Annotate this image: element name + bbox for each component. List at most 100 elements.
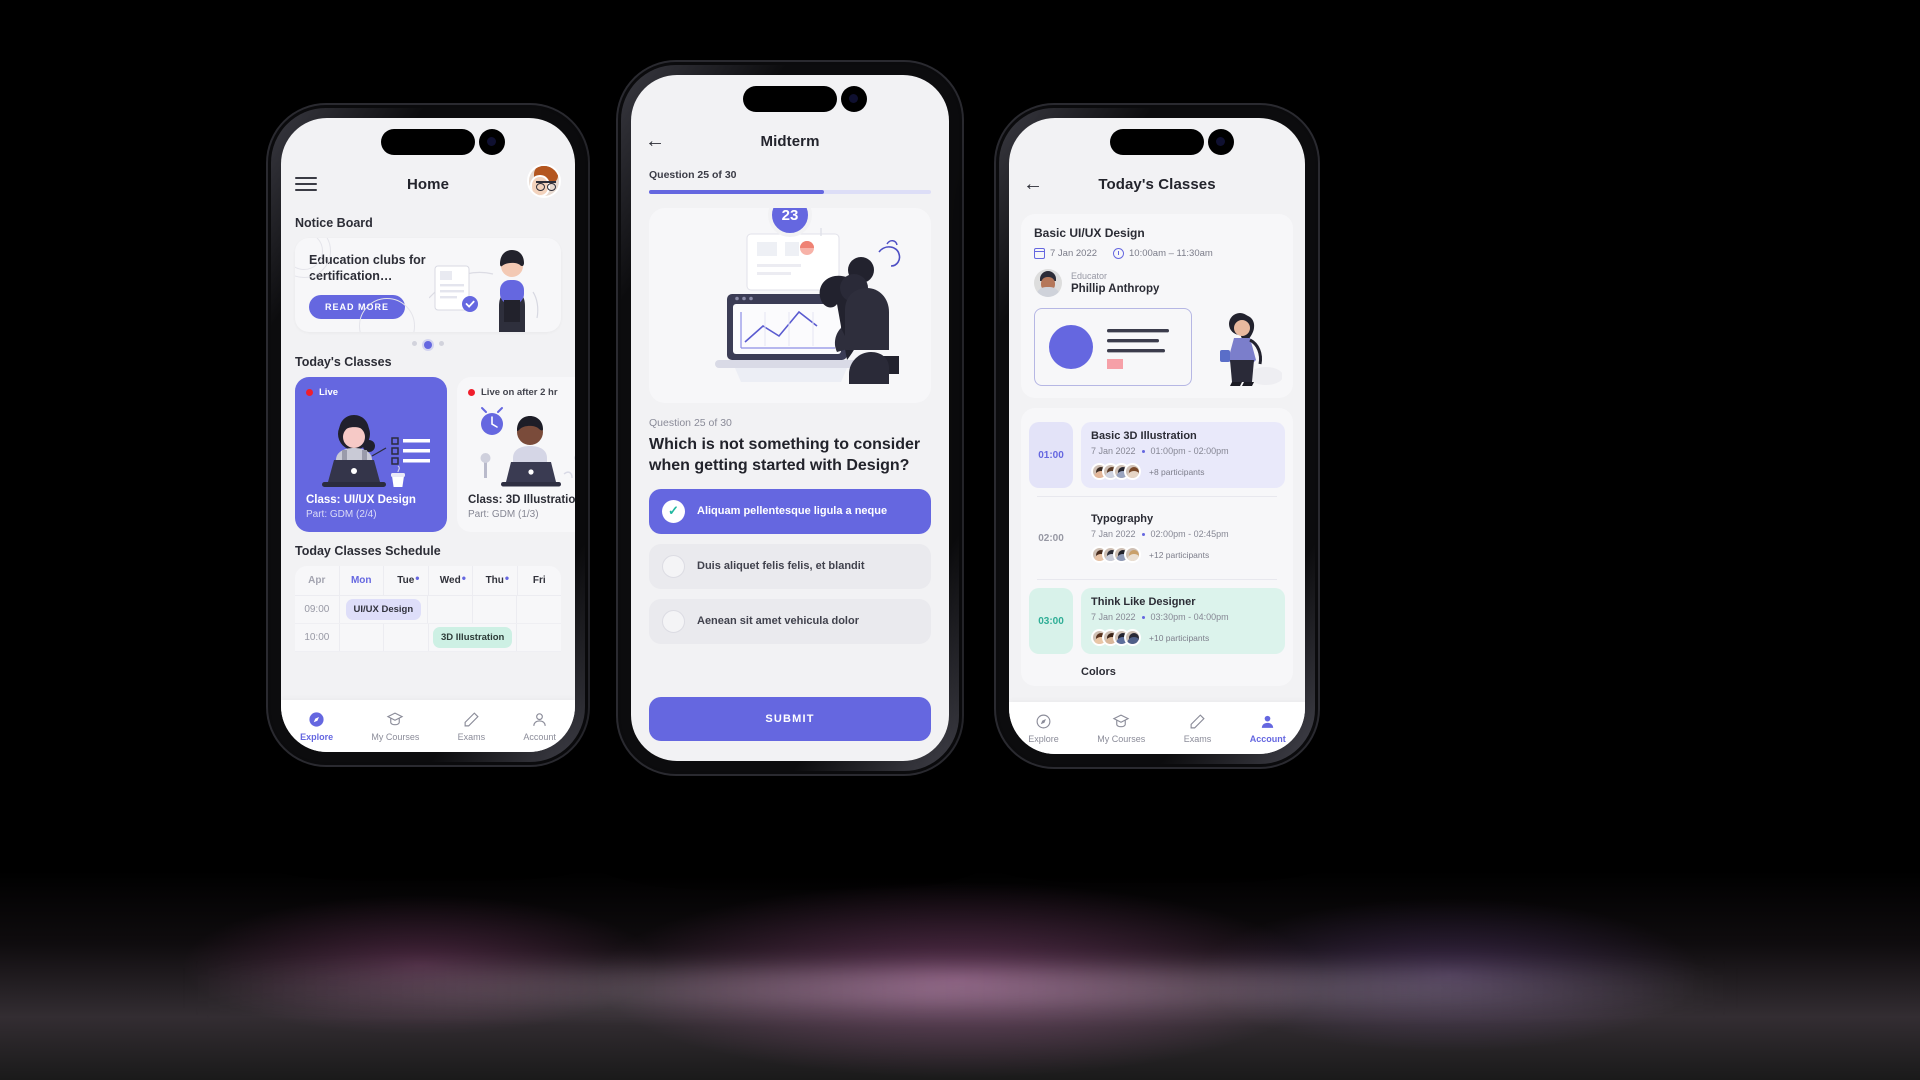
schedule-heading: Today Classes Schedule (295, 544, 441, 558)
schedule-cell[interactable] (384, 624, 430, 651)
schedule-col-thu[interactable]: Thu • (473, 566, 518, 595)
schedule-cell[interactable] (473, 596, 518, 623)
class-detail-card[interactable]: Basic UI/UX Design 7 Jan 2022 10:00am – … (1021, 214, 1293, 398)
tab-my-courses[interactable]: My Courses (1097, 713, 1145, 744)
notice-card[interactable]: Education clubs for certification… READ … (295, 238, 561, 332)
tab-exams[interactable]: Exams (458, 711, 485, 742)
answer-option-label: Aliquam pellentesque ligula a neque (697, 505, 888, 518)
class-detail-meta: 7 Jan 2022 10:00am – 11:30am (1033, 248, 1280, 259)
phone-center: ← Midterm Question 25 of 30 23 Question … (618, 62, 962, 774)
live-status: Live on after 2 hr (481, 387, 558, 398)
answer-option[interactable]: Aenean sit amet vehicula dolor (649, 598, 931, 644)
phone-left: Home Notice Board Education clubs for ce… (268, 105, 588, 765)
tab-label: Explore (1028, 733, 1059, 744)
progress-bar (649, 190, 931, 194)
agenda-date: 7 Jan 2022 (1091, 446, 1136, 456)
agenda-title: Basic 3D Illustration (1091, 430, 1197, 442)
center-screen: ← Midterm Question 25 of 30 23 Question … (631, 75, 949, 761)
schedule-event-pill: 3D Illustration (433, 627, 513, 648)
class-card-upcoming[interactable]: Live on after 2 hr Class: 3D Illustratio… (457, 377, 575, 532)
agenda-slot: 01:00pm - 02:00pm (1150, 446, 1229, 456)
user-avatar[interactable] (527, 164, 561, 198)
check-icon: ✓ (662, 499, 685, 523)
clock-icon (1113, 248, 1125, 259)
person-icon (1259, 713, 1276, 730)
progress-label: Question 25 of 30 (649, 169, 737, 181)
schedule-event-pill: UI/UX Design (345, 599, 422, 620)
schedule-cell[interactable] (340, 624, 385, 651)
right-tabbar: Explore My Courses Exams Account (1009, 702, 1305, 754)
schedule-cell-event[interactable]: 3D Illustration (429, 624, 518, 651)
participant-avatars: +8 participants (1091, 463, 1275, 480)
tab-label: Account (523, 731, 556, 742)
floor-reflection (180, 968, 1740, 1008)
tab-label: Explore (300, 731, 334, 742)
back-arrow-icon[interactable]: ← (1023, 174, 1043, 194)
answer-option-selected[interactable]: ✓ Aliquam pellentesque ligula a neque (649, 488, 931, 534)
tab-account[interactable]: Account (523, 711, 556, 742)
participant-count: +12 participants (1149, 549, 1210, 560)
carousel-dot[interactable] (439, 341, 444, 346)
schedule-cell[interactable] (517, 596, 561, 623)
agenda-item[interactable]: 02:00 Typography 7 Jan 2022 02:00pm - 02… (1029, 499, 1285, 577)
page-title: Today's Classes (1098, 175, 1216, 193)
schedule-col-mon[interactable]: Mon (340, 566, 384, 595)
hamburger-icon[interactable] (295, 177, 317, 191)
class-card-live[interactable]: Live Class: UI/UX Design Part: GDM (2/4) (295, 377, 447, 532)
schedule-col-month: Apr (295, 566, 340, 595)
answer-option[interactable]: Duis aliquet felis felis, et blandit (649, 543, 931, 589)
agenda-item[interactable]: 01:00 Basic 3D Illustration 7 Jan 2022 0… (1029, 416, 1285, 494)
tab-exams[interactable]: Exams (1184, 713, 1211, 744)
schedule-cell[interactable] (428, 596, 473, 623)
participant-avatars: +10 participants (1091, 629, 1275, 646)
graduation-cap-icon (1112, 713, 1130, 730)
dynamic-island (1110, 129, 1234, 155)
graduation-cap-icon (386, 711, 404, 728)
phone-right: ← Today's Classes Basic UI/UX Design 7 J… (996, 105, 1318, 767)
left-screen: Home Notice Board Education clubs for ce… (281, 118, 575, 752)
agenda-date: 7 Jan 2022 (1091, 529, 1136, 539)
carousel-dot-active[interactable] (424, 341, 432, 349)
back-arrow-icon[interactable]: ← (645, 131, 665, 151)
tab-explore[interactable]: Explore (300, 711, 333, 742)
pencil-icon (1189, 713, 1206, 730)
agenda-date: 7 Jan 2022 (1091, 612, 1136, 622)
agenda-next-title: Colors (1081, 666, 1116, 678)
schedule-col-fri[interactable]: Fri (518, 566, 562, 595)
question-text: Which is not something to consider when … (649, 436, 921, 475)
agenda-item[interactable]: 03:00 Think Like Designer 7 Jan 2022 03:… (1029, 582, 1285, 660)
schedule-time: 09:00 (295, 596, 340, 623)
carousel-dots[interactable] (281, 341, 575, 349)
participant-count: +10 participants (1149, 632, 1210, 643)
schedule-cell[interactable] (517, 624, 561, 651)
schedule-col-wed[interactable]: Wed • (429, 566, 473, 595)
live-dot-icon (468, 389, 475, 396)
pencil-icon (463, 711, 480, 728)
avatar (1124, 546, 1141, 563)
tab-my-courses[interactable]: My Courses (371, 711, 419, 742)
schedule-row: 09:00 UI/UX Design (295, 596, 561, 624)
agenda-title: Typography (1091, 513, 1154, 525)
divider (1037, 496, 1277, 497)
answer-options: ✓ Aliquam pellentesque ligula a neque Du… (631, 477, 949, 644)
calendar-icon (1033, 248, 1046, 259)
participant-avatars: +12 participants (1091, 546, 1275, 563)
slide-preview (1034, 308, 1192, 386)
live-status: Live (319, 387, 339, 398)
carousel-dot[interactable] (412, 341, 417, 346)
submit-button[interactable]: SUBMIT (649, 697, 931, 741)
schedule-col-tue[interactable]: Tue • (384, 566, 429, 595)
educator-name: Phillip Anthropy (1071, 283, 1160, 295)
class-part: Part: GDM (2/4) (306, 509, 377, 520)
todays-classes-heading: Today's Classes (295, 355, 392, 369)
tab-explore[interactable]: Explore (1028, 713, 1059, 744)
notice-board-heading: Notice Board (295, 216, 373, 230)
schedule-cell-event[interactable]: UI/UX Design (340, 596, 428, 623)
agenda-title: Think Like Designer (1091, 596, 1196, 608)
agenda-slot: 03:30pm - 04:00pm (1150, 612, 1229, 622)
right-appbar: ← Today's Classes (1009, 158, 1305, 210)
tab-label: My Courses (371, 731, 420, 742)
agenda-time: 03:00 (1029, 588, 1073, 654)
radio-icon (662, 609, 685, 633)
tab-account[interactable]: Account (1250, 713, 1286, 744)
